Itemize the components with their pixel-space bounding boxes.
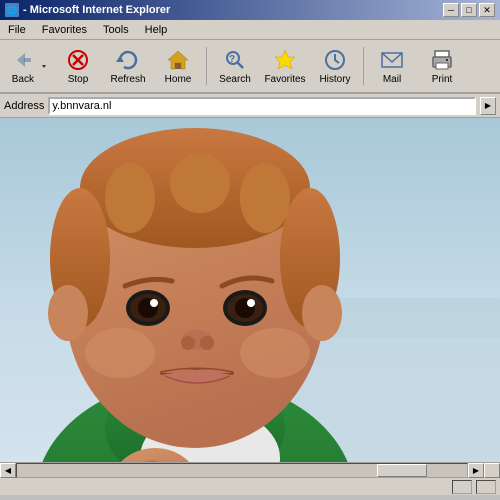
baby-image-svg [0,118,500,462]
title-bar-text: - Microsoft Internet Explorer [23,4,170,16]
maximize-button[interactable]: □ [461,3,477,17]
print-icon [430,48,454,72]
refresh-button[interactable]: Refresh [104,42,152,90]
mail-button[interactable]: Mail [368,42,416,90]
menu-help[interactable]: Help [141,23,172,37]
title-bar-controls[interactable]: ─ □ ✕ [443,3,495,17]
address-input[interactable] [48,97,476,115]
favorites-icon [273,48,297,72]
toolbar-separator-2 [363,47,364,85]
history-label: History [319,74,350,85]
refresh-label: Refresh [110,74,145,85]
menu-tools[interactable]: Tools [99,23,133,37]
menu-bar: File Favorites Tools Help [0,20,500,40]
title-bar: 🌐 - Microsoft Internet Explorer ─ □ ✕ [0,0,500,20]
print-label: Print [432,74,453,85]
stop-label: Stop [68,74,89,85]
address-label: Address [4,100,44,112]
status-extra-panel [476,480,496,494]
mail-icon [380,48,404,72]
scrollbar-corner [484,463,500,478]
history-button[interactable]: History [311,42,359,90]
stop-icon [66,48,90,72]
svg-text:?: ? [229,54,235,65]
home-label: Home [165,74,192,85]
back-label: Back [12,74,34,85]
refresh-icon [116,48,140,72]
web-content [0,118,500,462]
favorites-label: Favorites [264,74,305,85]
scrollbar-thumb[interactable] [377,464,427,477]
home-icon [166,48,190,72]
menu-file[interactable]: File [4,23,30,37]
back-dropdown-arrow[interactable] [39,42,49,90]
search-button[interactable]: ? Search [211,42,259,90]
minimize-button[interactable]: ─ [443,3,459,17]
search-label: Search [219,74,251,85]
print-button[interactable]: Print [418,42,466,90]
address-go-button[interactable]: ▶ [480,97,496,115]
toolbar-separator-1 [206,47,207,85]
scroll-right-button[interactable]: ▶ [468,463,484,478]
scrollbar-track [16,463,468,478]
close-button[interactable]: ✕ [479,3,495,17]
scroll-left-button[interactable]: ◀ [0,463,16,478]
address-bar: Address ▶ [0,94,500,118]
menu-favorites[interactable]: Favorites [38,23,91,37]
stop-button[interactable]: Stop [54,42,102,90]
back-icon [11,48,35,72]
toolbar: Back Stop Refresh [0,40,500,94]
home-button[interactable]: Home [154,42,202,90]
back-forward-group: Back [4,42,52,90]
history-icon [323,48,347,72]
title-bar-left: 🌐 - Microsoft Internet Explorer [5,3,170,17]
back-button[interactable]: Back [7,42,39,90]
content-area [0,118,500,462]
status-zone-panel [452,480,472,494]
search-icon: ? [223,48,247,72]
mail-label: Mail [383,74,401,85]
favorites-toolbar-button[interactable]: Favorites [261,42,309,90]
status-bar [0,477,500,495]
horizontal-scrollbar[interactable]: ◀ ▶ [0,462,500,477]
browser-icon: 🌐 [5,3,19,17]
